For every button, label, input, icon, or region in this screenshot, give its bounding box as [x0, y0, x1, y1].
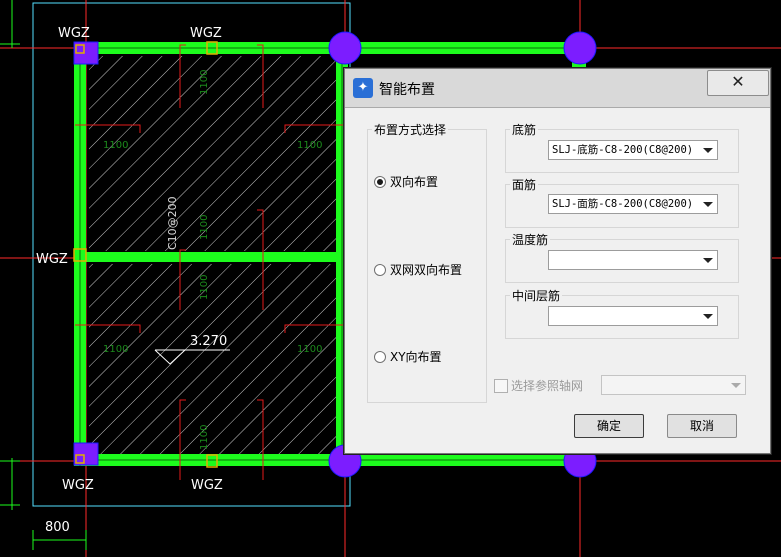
- radio-label: 双网双向布置: [390, 263, 463, 277]
- dialog-title: 智能布置: [379, 82, 435, 98]
- rebar-length-label: 1100: [199, 70, 210, 95]
- chevron-down-icon: [731, 383, 741, 388]
- app-icon: ✦: [353, 78, 373, 98]
- radio-label: 双向布置: [390, 175, 439, 189]
- rebar-length-label: 1100: [103, 344, 128, 355]
- bottom-rebar-select[interactable]: SLJ-底筋-C8-200(C8@200): [548, 140, 718, 160]
- checkbox-box: [494, 378, 508, 393]
- layout-method-label: 布置方式选择: [372, 121, 449, 138]
- checkbox-label: 选择参照轴网: [511, 379, 584, 393]
- chevron-down-icon: [703, 314, 713, 319]
- wgz-label: WGZ: [36, 252, 68, 267]
- radio-double-mesh[interactable]: 双网双向布置: [374, 261, 462, 278]
- smart-layout-dialog: ✦ 智能布置 ✕ 布置方式选择 双向布置 双网双向布置 XY向布置 底筋 SLJ…: [344, 68, 771, 454]
- elevation-label: 3.270: [190, 334, 227, 349]
- middle-rebar-select[interactable]: [548, 306, 718, 326]
- temperature-rebar-select[interactable]: [548, 250, 718, 270]
- dimension-lines: [0, 0, 87, 550]
- radio-unselected-icon: [374, 350, 386, 363]
- radio-xy[interactable]: XY向布置: [374, 348, 442, 365]
- chevron-down-icon: [703, 148, 713, 153]
- radio-bidirectional[interactable]: 双向布置: [374, 173, 438, 190]
- chevron-down-icon: [703, 258, 713, 263]
- wgz-label: WGZ: [62, 478, 94, 493]
- rebar-length-label: 1100: [297, 140, 322, 151]
- select-value: SLJ-底筋-C8-200(C8@200): [552, 144, 694, 156]
- middle-rebar-label: 中间层筋: [510, 287, 563, 304]
- radio-selected-icon: [374, 175, 386, 188]
- cancel-button[interactable]: 取消: [667, 414, 737, 438]
- rebar-length-label: 1100: [199, 215, 210, 240]
- ok-button[interactable]: 确定: [574, 414, 644, 438]
- wgz-label: WGZ: [190, 26, 222, 41]
- radio-label: XY向布置: [390, 350, 442, 364]
- radio-unselected-icon: [374, 263, 386, 276]
- close-button[interactable]: ✕: [707, 70, 769, 96]
- beam-rebar-label: C10@200: [166, 196, 179, 250]
- rebar-length-label: 1100: [103, 140, 128, 151]
- slab-panel-top: [89, 56, 337, 251]
- select-value: SLJ-面筋-C8-200(C8@200): [552, 198, 694, 210]
- wgz-label: WGZ: [191, 478, 223, 493]
- rebar-length-label: 1100: [297, 344, 322, 355]
- slab-panel-bottom: [89, 264, 337, 456]
- dialog-titlebar[interactable]: ✦ 智能布置 ✕: [345, 69, 770, 108]
- top-rebar-select[interactable]: SLJ-面筋-C8-200(C8@200): [548, 194, 718, 214]
- wgz-label: WGZ: [58, 26, 90, 41]
- reference-axis-select[interactable]: [601, 375, 746, 395]
- bottom-rebar-label: 底筋: [510, 121, 539, 138]
- top-rebar-label: 面筋: [510, 176, 539, 193]
- rebar-length-label: 1100: [199, 275, 210, 300]
- dimension-label: 800: [45, 520, 70, 535]
- temperature-rebar-label: 温度筋: [510, 231, 551, 248]
- chevron-down-icon: [703, 202, 713, 207]
- reference-axis-checkbox[interactable]: 选择参照轴网: [494, 377, 583, 394]
- rebar-length-label: 1100: [199, 425, 210, 450]
